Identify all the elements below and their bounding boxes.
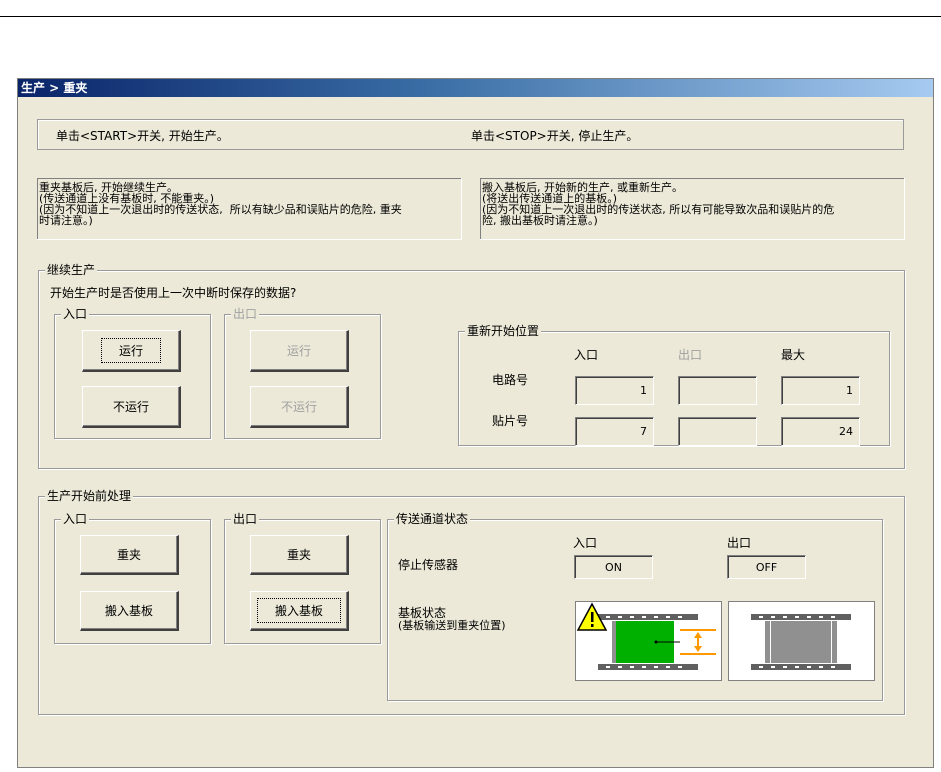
restart-col-max: 最大	[781, 348, 806, 362]
production-reclamp-window: 生产 > 重夹 单击<START>开关, 开始生产。 单击<STOP>开关, 停…	[17, 78, 934, 768]
conveyor-col-entry: 入口	[573, 536, 598, 550]
exit-reclamp-button[interactable]: 重夹	[250, 535, 349, 575]
exit-reclamp-label: 重夹	[286, 548, 311, 562]
circuit-entry-field: 1	[575, 376, 654, 405]
use-saved-data-question: 开始生产时是否使用上一次中断时保存的数据?	[50, 286, 297, 300]
start-stop-panel: 单击<START>开关, 开始生产。 单击<STOP>开关, 停止生产。	[37, 119, 904, 150]
pre-entry-group: 入口 重夹 搬入基板	[54, 512, 211, 644]
restart-col-exit: 出口	[678, 348, 703, 362]
continue-entry-run-button[interactable]: 运行	[82, 330, 181, 372]
entry-reclamp-label: 重夹	[116, 548, 141, 562]
circuit-max-field: 1	[781, 376, 860, 405]
pre-entry-title: 入口	[61, 512, 90, 526]
conveyor-col-exit: 出口	[727, 536, 752, 550]
board-exit-diagram	[751, 614, 851, 670]
pre-exit-title: 出口	[231, 512, 260, 526]
circuit-number-label: 电路号	[492, 373, 529, 387]
placement-entry-field: 7	[575, 417, 654, 446]
stop-sensor-label: 停止传感器	[398, 558, 459, 572]
continue-exit-run-label: 运行	[286, 344, 311, 358]
conveyor-status-group: 传送通道状态 入口 出口 停止传感器 ON OFF 基板状态 (基板输送到重夹位…	[387, 512, 883, 701]
pre-exit-group: 出口 重夹 搬入基板	[224, 512, 381, 644]
restart-col-entry: 入口	[574, 348, 599, 362]
pre-production-title: 生产开始前处理	[45, 489, 134, 503]
stop-sensor-exit-status: OFF	[727, 555, 806, 579]
load-info-panel: 搬入基板后, 开始新的生产, 或重新生产。 (将送出传送通道上的基板。) (因为…	[480, 178, 905, 240]
continue-exit-not-run-button[interactable]: 不运行	[250, 386, 349, 428]
board-entry-diagram	[576, 602, 716, 670]
reclamp-info-line3: (因为不知道上一次退出时的传送状态, 所以有缺少品和误贴片的危险, 重夹	[39, 203, 402, 216]
restart-position-title: 重新开始位置	[465, 324, 542, 338]
continue-production-group: 继续生产 开始生产时是否使用上一次中断时保存的数据? 入口 运行 不运行 出口 …	[38, 263, 905, 469]
board-exit-image	[728, 601, 875, 681]
exit-load-board-label: 搬入基板	[256, 598, 342, 623]
entry-load-board-label: 搬入基板	[104, 604, 153, 618]
entry-reclamp-button[interactable]: 重夹	[80, 535, 179, 575]
continue-exit-title: 出口	[231, 307, 260, 321]
continue-entry-title: 入口	[61, 307, 90, 321]
window-title: 生产 > 重夹	[18, 79, 933, 97]
continue-exit-group: 出口 运行 不运行	[224, 307, 381, 439]
placement-exit-field	[678, 417, 757, 446]
conveyor-status-title: 传送通道状态	[394, 512, 471, 526]
restart-position-group: 重新开始位置 入口 出口 最大 电路号 贴片号 1 1 7 24	[458, 324, 890, 446]
continue-exit-run-button[interactable]: 运行	[250, 330, 349, 372]
pre-production-group: 生产开始前处理 入口 重夹 搬入基板 出口 重夹 搬入基板 传送通道状态 入口 …	[38, 489, 905, 715]
continue-production-title: 继续生产	[45, 263, 98, 277]
reclamp-info-line4: 时请注意。)	[39, 214, 93, 227]
board-state-sublabel: (基板输送到重夹位置)	[398, 619, 506, 632]
exit-load-board-button[interactable]: 搬入基板	[250, 591, 349, 631]
placement-number-label: 贴片号	[492, 414, 529, 428]
continue-entry-run-label: 运行	[100, 338, 162, 363]
continue-entry-group: 入口 运行 不运行	[54, 307, 211, 439]
continue-entry-not-run-button[interactable]: 不运行	[82, 386, 181, 428]
stop-instruction: 单击<STOP>开关, 停止生产。	[471, 129, 639, 143]
start-instruction: 单击<START>开关, 开始生产。	[56, 129, 229, 143]
placement-max-field: 24	[781, 417, 860, 446]
continue-entry-not-run-label: 不运行	[112, 400, 149, 414]
top-rule	[0, 16, 941, 17]
continue-exit-not-run-label: 不运行	[280, 400, 317, 414]
stop-sensor-entry-status: ON	[574, 555, 653, 579]
board-entry-image	[575, 601, 722, 681]
circuit-exit-field	[678, 376, 757, 405]
load-info-line4: 险, 搬出基板时请注意。)	[482, 214, 598, 227]
reclamp-info-panel: 重夹基板后, 开始继续生产。 (传送通道上没有基板时, 不能重夹。) (因为不知…	[37, 178, 462, 240]
entry-load-board-button[interactable]: 搬入基板	[80, 591, 179, 631]
